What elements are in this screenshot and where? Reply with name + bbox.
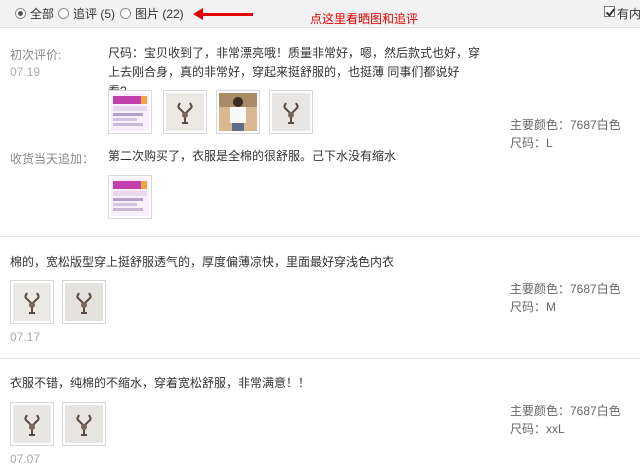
radio-images[interactable] xyxy=(120,8,131,19)
review-date: 07.07 xyxy=(10,452,41,466)
filter-followup-label: 追评 (5) xyxy=(73,7,116,21)
review-divider xyxy=(0,358,640,359)
product-screenshot-icon xyxy=(111,178,149,216)
deer-print-icon xyxy=(166,93,204,131)
sku-size: 尺码：L xyxy=(510,136,553,150)
annotation-hint-text: 点这里看晒图和追评 xyxy=(310,12,419,26)
review-text: 衣服不错，纯棉的不缩水，穿着宽松舒服，非常满意！！ xyxy=(10,376,311,390)
review-image-1[interactable] xyxy=(108,90,152,134)
initial-review-label: 初次评价: xyxy=(10,48,62,62)
radio-followup[interactable] xyxy=(58,8,69,19)
filter-images-label: 图片 (22) xyxy=(135,7,184,21)
followup-text: 第二次购买了，衣服是全棉的很舒服。己下水没有缩水 xyxy=(108,149,397,163)
sku-size: 尺码：M xyxy=(510,300,556,314)
review-image-1[interactable] xyxy=(10,402,54,446)
review-image-1[interactable] xyxy=(10,280,54,324)
review-filter-bar: 全部 追评 (5) 图片 (22) 点这里看晒图和追评 有内 xyxy=(0,0,640,28)
review-divider xyxy=(0,236,640,237)
review-text: 棉的，宽松版型穿上挺舒服透气的，厚度偏薄凉快，里面最好穿浅色内衣 xyxy=(10,255,395,269)
sku-info: 主要颜色：7687白色 尺码：M xyxy=(510,280,621,316)
left-arrow-annotation-icon xyxy=(193,8,253,20)
deer-print-icon xyxy=(13,405,51,443)
followup-label: 收货当天追加： xyxy=(10,152,95,166)
has-content-checkbox[interactable] xyxy=(604,6,615,17)
review-date: 07.17 xyxy=(10,330,41,344)
sku-info: 主要颜色：7687白色 尺码：xxL xyxy=(510,402,621,438)
sku-color: 主要颜色：7687白色 xyxy=(510,118,621,132)
deer-print-icon xyxy=(65,283,103,321)
review-image-2[interactable] xyxy=(163,90,207,134)
radio-all[interactable] xyxy=(15,8,26,19)
deer-print-icon xyxy=(65,405,103,443)
deer-print-icon xyxy=(13,283,51,321)
review-image-2[interactable] xyxy=(62,280,106,324)
review-image-2[interactable] xyxy=(62,402,106,446)
has-content-label: 有内 xyxy=(617,7,640,21)
followup-image-1[interactable] xyxy=(108,175,152,219)
sku-info: 主要颜色：7687白色 尺码：L xyxy=(510,116,621,152)
sku-color: 主要颜色：7687白色 xyxy=(510,404,621,418)
review-date: 07.19 xyxy=(10,65,41,79)
sku-size: 尺码：xxL xyxy=(510,422,565,436)
filter-all-label: 全部 xyxy=(30,7,55,21)
review-image-3[interactable] xyxy=(216,90,260,134)
sku-color: 主要颜色：7687白色 xyxy=(510,282,621,296)
deer-print-icon xyxy=(272,93,310,131)
model-photo-icon xyxy=(219,93,257,131)
product-screenshot-icon xyxy=(111,93,149,131)
review-image-4[interactable] xyxy=(269,90,313,134)
